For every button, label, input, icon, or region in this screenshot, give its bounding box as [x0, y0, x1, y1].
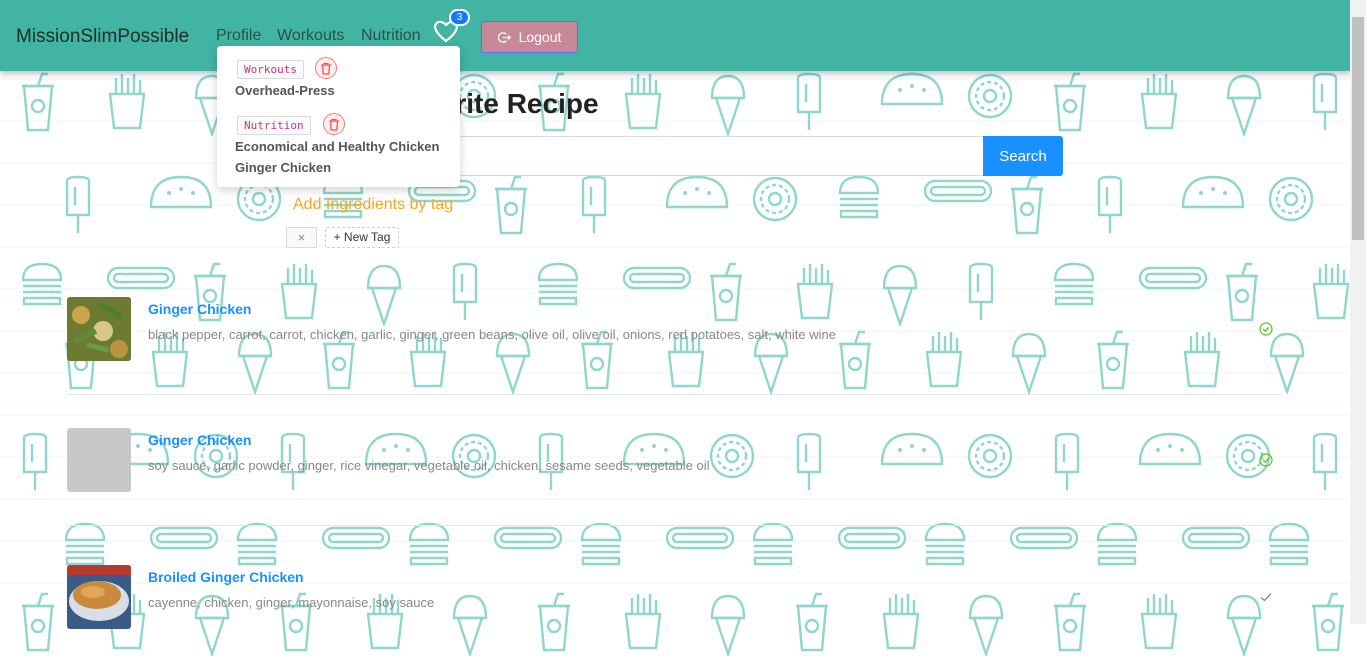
recipe-thumbnail-placeholder[interactable] — [67, 428, 131, 492]
recipe-list-item[interactable]: Ginger Chicken soy sauce, garlic powder,… — [67, 428, 1282, 508]
delete-favourite-button[interactable] — [323, 113, 345, 135]
logout-label: Logout — [518, 29, 562, 45]
scrollbar-thumb[interactable] — [1352, 17, 1364, 240]
favourite-title[interactable]: Overhead-Press — [235, 83, 335, 98]
recipe-ingredients: soy sauce, garlic powder, ginger, rice v… — [148, 458, 710, 473]
trash-icon — [321, 62, 331, 75]
nav-link-profile[interactable]: Profile — [216, 27, 261, 45]
favourite-title[interactable]: Economical and Healthy Chicken — [235, 139, 439, 154]
navbar: MissionSlimPossible Profile Workouts Nut… — [0, 0, 1350, 71]
recipe-list-item[interactable]: Broiled Ginger Chicken cayenne, chicken,… — [67, 565, 1282, 629]
favourite-title-continued[interactable]: Ginger Chicken — [235, 160, 331, 175]
new-tag-label: New Tag — [343, 230, 391, 244]
favourites-dropdown: Workouts Overhead-Press Nutrition Econom… — [217, 46, 460, 187]
recipe-list-item[interactable]: Ginger Chicken black pepper, carrot, car… — [67, 297, 1282, 387]
remove-tag-button[interactable]: × — [286, 227, 317, 248]
divider — [67, 525, 1282, 526]
recipe-title-link[interactable]: Broiled Ginger Chicken — [148, 569, 304, 585]
recipe-ingredients: black pepper, carrot, carrot, chicken, g… — [148, 327, 836, 342]
trash-icon — [329, 118, 339, 131]
favourites-count-badge: 3 — [449, 9, 470, 26]
logout-button[interactable]: Logout — [481, 21, 578, 53]
check-circle-icon — [1259, 322, 1273, 336]
tag-heading: Add Ingredients by tag — [293, 196, 454, 213]
logout-icon — [497, 31, 511, 43]
brand-logo-text[interactable]: MissionSlimPossible — [16, 26, 189, 48]
divider — [67, 394, 1282, 395]
recipe-thumbnail[interactable] — [67, 297, 131, 361]
search-button[interactable]: Search — [983, 136, 1063, 176]
check-circle-icon — [1259, 453, 1273, 467]
recipe-title-link[interactable]: Ginger Chicken — [148, 301, 251, 317]
favourite-tag-nutrition: Nutrition — [237, 116, 311, 135]
new-tag-button[interactable]: + New Tag — [325, 227, 399, 248]
favourite-tag-workouts: Workouts — [237, 60, 304, 79]
plus-icon: + — [333, 230, 344, 244]
recipe-thumbnail[interactable] — [67, 565, 131, 629]
recipe-ingredients: cayenne, chicken, ginger, mayonnaise, so… — [148, 595, 435, 610]
recipe-title-link[interactable]: Ginger Chicken — [148, 432, 251, 448]
delete-favourite-button[interactable] — [315, 57, 337, 79]
check-icon — [1260, 593, 1272, 602]
nav-link-workouts[interactable]: Workouts — [277, 27, 344, 45]
nav-link-nutrition[interactable]: Nutrition — [361, 27, 421, 45]
